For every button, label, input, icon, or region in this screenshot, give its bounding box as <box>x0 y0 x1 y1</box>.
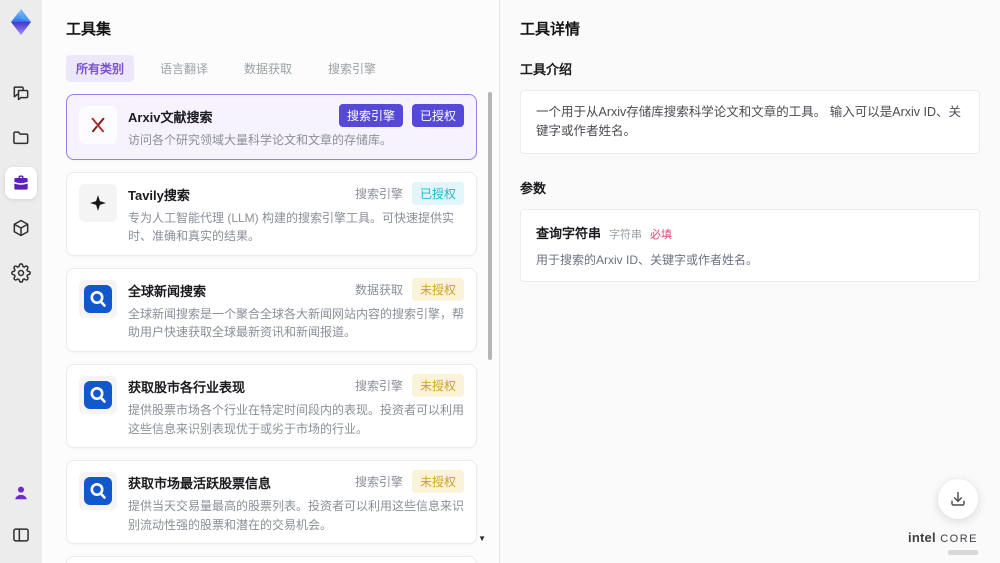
download-button[interactable] <box>938 479 978 519</box>
tool-detail-panel: 工具详情 工具介绍 一个用于从Arxiv存储库搜索科学论文和文章的工具。 输入可… <box>500 0 1000 563</box>
tool-description: 全球新闻搜索是一个聚合全球各大新闻网站内容的搜索引擎，帮助用户快速获取全球最新资… <box>128 306 465 340</box>
user-icon <box>15 486 27 500</box>
param-type: 字符串 <box>609 228 643 241</box>
tool-icon <box>79 375 117 414</box>
tab-category-1[interactable]: 语言翻译 <box>150 55 218 82</box>
rail-nav <box>5 77 37 289</box>
panel-toggle-icon <box>13 528 29 542</box>
param-head: 查询字符串 字符串 必填 <box>536 223 964 242</box>
tool-body: Arxiv文献搜索 搜索引擎 已授权 访问各个研究领域大量科学论文和文章的存储库… <box>128 104 464 150</box>
toolbox-icon <box>14 175 28 190</box>
tool-name: Arxiv文献搜索 <box>128 110 213 125</box>
intro-text: 一个用于从Arxiv存储库搜索科学论文和文章的工具。 输入可以是Arxiv ID… <box>520 90 980 154</box>
tool-tags: 搜索引擎 已授权 <box>338 104 464 127</box>
tool-category-badge: 搜索引擎 <box>354 378 403 393</box>
tool-card-0[interactable]: Arxiv文献搜索 搜索引擎 已授权 访问各个研究领域大量科学论文和文章的存储库… <box>66 94 477 160</box>
tool-status-badge: 未授权 <box>411 277 464 301</box>
tool-card-1[interactable]: Tavily搜索 搜索引擎 已授权 专为人工智能代理 (LLM) 构建的搜索引擎… <box>66 171 477 256</box>
tool-name: 获取市场最活跃股票信息 <box>128 476 272 492</box>
scroll-down-arrow-icon[interactable]: ▼ <box>478 535 486 543</box>
intel-wordmark: intel <box>908 530 936 546</box>
tool-body: Tavily搜索 搜索引擎 已授权 专为人工智能代理 (LLM) 构建的搜索引擎… <box>128 181 464 246</box>
list-scrollbar[interactable] <box>488 92 492 360</box>
tool-category-badge: 搜索引擎 <box>354 475 403 490</box>
intel-sub-mark <box>948 550 978 555</box>
intel-core-logo: intel CORE <box>908 529 978 555</box>
package-icon <box>13 219 29 237</box>
nav-chat[interactable] <box>5 77 37 109</box>
chat-icon <box>13 86 29 101</box>
tool-name: 全球新闻搜索 <box>128 283 207 299</box>
tool-category-badge: 数据获取 <box>354 282 403 297</box>
tool-status-badge: 已授权 <box>411 104 464 127</box>
intro-heading: 工具介绍 <box>520 62 573 77</box>
tool-name: Tavily搜索 <box>128 187 190 203</box>
params-heading: 参数 <box>520 180 547 196</box>
tool-icon <box>79 472 117 511</box>
tool-status-badge: 未授权 <box>411 470 464 494</box>
tool-tags: 搜索引擎 未授权 <box>354 470 464 494</box>
nav-files[interactable] <box>5 122 37 154</box>
gear-icon <box>11 263 31 283</box>
tool-tags: 数据获取 未授权 <box>354 277 464 301</box>
tool-body: 全球新闻搜索 数据获取 未授权 全球新闻搜索是一个聚合全球各大新闻网站内容的搜索… <box>128 277 465 342</box>
tool-list: Arxiv文献搜索 搜索引擎 已授权 访问各个研究领域大量科学论文和文章的存储库… <box>66 94 487 563</box>
tool-card-5[interactable]: 万维地区新闻查询 搜索引擎 未授权 查询具体行政区划内的新闻，快速了解各地新闻动 <box>66 556 477 563</box>
tab-category-2[interactable]: 数据获取 <box>234 55 302 82</box>
rail-bottom <box>5 477 37 551</box>
tool-description: 专为人工智能代理 (LLM) 构建的搜索引擎工具。可快速提供实时、准确和真实的结… <box>128 210 455 244</box>
core-wordmark: CORE <box>940 533 978 546</box>
tool-description: 提供当天交易量最高的股票列表。投资者可以利用这些信息来识别流动性强的股票和潜在的… <box>128 499 465 532</box>
tool-body: 获取股市各行业表现 搜索引擎 未授权 提供股票市场各个行业在特定时间段内的表现。… <box>128 373 465 438</box>
nav-account[interactable] <box>5 477 37 509</box>
param-description: 用于搜索的Arxiv ID、关键字或作者姓名。 <box>536 252 759 267</box>
tool-icon <box>79 279 117 318</box>
download-icon <box>951 491 965 506</box>
app-window: 工具集 所有类别 语言翻译 数据获取 搜索引擎 Arxiv文献搜索 搜索引擎 已授权 … <box>0 0 1000 563</box>
tool-list-panel: 工具集 所有类别 语言翻译 数据获取 搜索引擎 Arxiv文献搜索 搜索引擎 已授权 … <box>42 0 500 563</box>
tool-name: 获取股市各行业表现 <box>128 379 246 395</box>
param-card: 查询字符串 字符串 必填 用于搜索的Arxiv ID、关键字或作者姓名。 <box>520 208 980 282</box>
nav-packages[interactable] <box>5 212 37 244</box>
category-tabs: 所有类别 语言翻译 数据获取 搜索引擎 <box>66 55 487 82</box>
tool-description: 访问各个研究领域大量科学论文和文章的存储库。 <box>128 133 393 147</box>
tool-icon <box>79 106 117 144</box>
tool-icon <box>79 183 117 222</box>
tool-category-badge: 搜索引擎 <box>338 104 403 127</box>
tool-tags: 搜索引擎 已授权 <box>354 181 464 205</box>
tool-card-3[interactable]: 获取股市各行业表现 搜索引擎 未授权 提供股票市场各个行业在特定时间段内的表现。… <box>66 363 477 449</box>
icon-rail <box>0 0 42 563</box>
nav-settings[interactable] <box>5 257 37 289</box>
param-required-badge: 必填 <box>650 228 673 241</box>
tool-card-2[interactable]: 全球新闻搜索 数据获取 未授权 全球新闻搜索是一个聚合全球各大新闻网站内容的搜索… <box>66 267 477 352</box>
tool-status-badge: 已授权 <box>411 181 464 205</box>
tool-tags: 搜索引擎 未授权 <box>354 373 464 397</box>
tab-category-0[interactable]: 所有类别 <box>66 55 135 82</box>
tool-card-4[interactable]: 获取市场最活跃股票信息 搜索引擎 未授权 提供当天交易量最高的股票列表。投资者可… <box>66 460 477 545</box>
nav-toolbox[interactable] <box>5 167 37 199</box>
tab-category-3[interactable]: 搜索引擎 <box>318 55 386 82</box>
tool-status-badge: 未授权 <box>411 373 464 397</box>
folder-icon <box>13 131 29 145</box>
app-logo-gem-icon <box>6 7 36 37</box>
page-title: 工具集 <box>66 21 112 38</box>
tool-category-badge: 搜索引擎 <box>354 186 403 201</box>
detail-title: 工具详情 <box>520 21 581 38</box>
tool-description: 提供股票市场各个行业在特定时间段内的表现。投资者可以利用这些信息来识别表现优于或… <box>128 402 465 436</box>
param-name: 查询字符串 <box>536 225 602 241</box>
tool-body: 获取市场最活跃股票信息 搜索引擎 未授权 提供当天交易量最高的股票列表。投资者可… <box>128 470 464 534</box>
nav-panel-toggle[interactable] <box>5 519 37 551</box>
